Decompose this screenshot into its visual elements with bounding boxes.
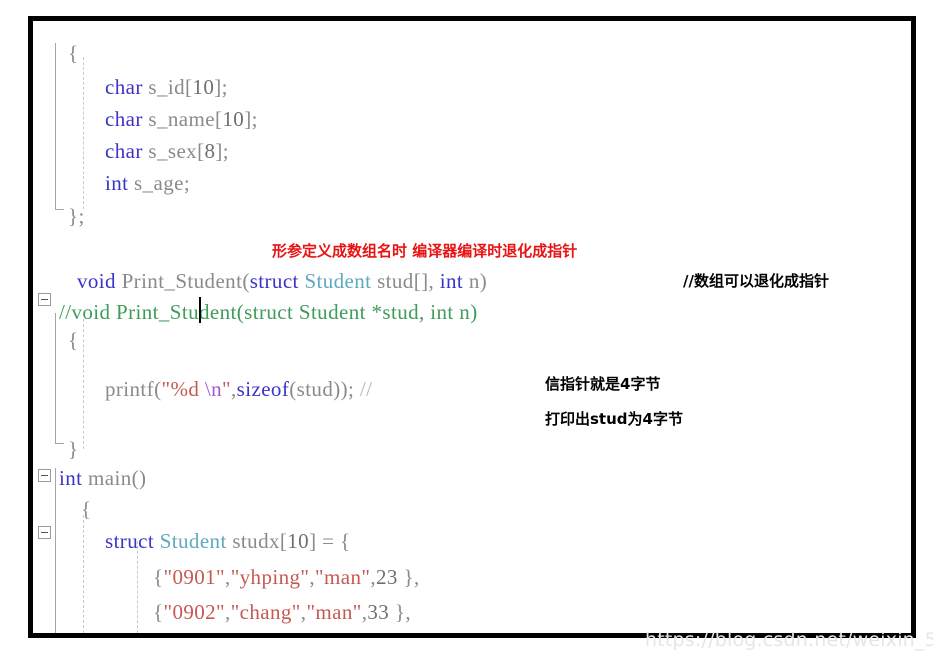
studx-row-0-name: "yhping" (230, 565, 310, 589)
code-line-main-signature[interactable]: int main() (59, 468, 146, 489)
studx-row-0-id: "0901" (163, 565, 226, 589)
code-line-field-s-sex[interactable]: char s_sex[8]; (105, 141, 229, 162)
code-line-field-s-id[interactable]: char s_id[10]; (105, 77, 228, 98)
function-name-printf: printf (105, 377, 155, 401)
csdn-blog-watermark: https://blog.csdn.net/weixin_53920858 (645, 629, 933, 651)
annotation-pointer-is-4-bytes: 信指针就是4字节 (545, 375, 661, 393)
code-line-main-open-brace[interactable]: { (81, 499, 91, 520)
keyword-sizeof: sizeof (236, 377, 290, 401)
type-student: Student (159, 529, 227, 553)
indent-guide-studx-init (137, 541, 138, 633)
studx-row-1-name: "chang" (230, 600, 301, 624)
code-line-commented-prototype[interactable]: //void Print_Student(struct Student *stu… (59, 302, 478, 323)
code-line-studx-row-1[interactable]: {"0902","chang","man",33 }, (153, 602, 411, 623)
keyword-struct: struct (105, 529, 155, 553)
field-s-id: s_id (148, 75, 186, 99)
fold-marker-studx-init[interactable] (38, 526, 51, 539)
array-size-10: 10 (222, 107, 245, 131)
type-student: Student (304, 269, 372, 293)
keyword-void: void (77, 269, 116, 293)
argument-stud: stud (296, 377, 334, 401)
field-s-sex: s_sex (148, 139, 198, 163)
studx-row-1-id: "0902" (163, 600, 226, 624)
keyword-struct: struct (249, 269, 299, 293)
code-line-studx-declaration[interactable]: struct Student studx[10] = { (105, 531, 351, 552)
studx-row-1-sex: "man" (306, 600, 362, 624)
code-line-studx-row-0[interactable]: {"0901","yhping","man",23 }, (153, 567, 420, 588)
function-name-print-student: Print_Student (121, 269, 243, 293)
studx-row-1-age: 33 (367, 600, 390, 624)
fold-marker-main[interactable] (38, 469, 51, 482)
field-s-name: s_name (148, 107, 215, 131)
variable-studx: studx (232, 529, 280, 553)
array-size-8: 8 (204, 139, 216, 163)
code-line-field-s-name[interactable]: char s_name[10]; (105, 109, 258, 130)
indent-guide-struct-body (83, 57, 84, 209)
studx-row-0-sex: "man" (315, 565, 371, 589)
code-line-struct-close-brace[interactable]: }; (68, 206, 85, 227)
trailing-comment-slashes: // (359, 377, 373, 401)
annotation-array-param-decay-title: 形参定义成数组名时 编译器编译时退化成指针 (272, 242, 578, 260)
code-line-print-student-close-brace[interactable]: } (68, 439, 78, 460)
code-line-field-s-age[interactable]: int s_age; (105, 173, 190, 194)
array-size-10: 10 (287, 529, 310, 553)
code-line-printf-sizeof[interactable]: printf("%d \n",sizeof(stud)); // (105, 379, 372, 400)
block-guide-struct-foot (55, 209, 64, 210)
code-line-struct-open-brace[interactable]: { (68, 43, 78, 64)
fold-marker-commented-prototype[interactable] (38, 293, 51, 306)
block-guide-print-student (55, 313, 56, 443)
keyword-int: int (439, 269, 464, 293)
param-n: n (468, 269, 480, 293)
keyword-int: int (105, 171, 129, 195)
code-line-print-student-open-brace[interactable]: { (68, 330, 78, 351)
block-guide-struct (55, 43, 56, 209)
block-guide-main (55, 468, 56, 633)
studx-row-0-age: 23 (376, 565, 398, 589)
block-guide-print-student-foot (55, 443, 64, 444)
param-stud: stud (377, 269, 414, 293)
annotation-array-can-decay-to-pointer: //数组可以退化成指针 (683, 272, 829, 290)
function-name-main: main (88, 466, 132, 490)
code-editor-canvas[interactable]: { char s_id[10]; char s_name[10]; char s… (33, 21, 911, 633)
text-caret (199, 297, 201, 323)
indent-guide-main-body (83, 515, 84, 633)
keyword-char: char (105, 107, 143, 131)
keyword-char: char (105, 75, 143, 99)
code-line-print-student-signature[interactable]: void Print_Student(struct Student stud[]… (77, 271, 487, 292)
screenshot-frame: { char s_id[10]; char s_name[10]; char s… (28, 16, 916, 638)
keyword-char: char (105, 139, 143, 163)
field-s-age: s_age (134, 171, 184, 195)
keyword-int: int (59, 466, 83, 490)
annotation-print-stud-is-4-bytes: 打印出stud为4字节 (545, 410, 683, 428)
array-size-10: 10 (192, 75, 215, 99)
comment-prototype-text: //void Print_Student(struct Student *stu… (59, 300, 478, 324)
indent-guide-print-student-body (83, 319, 84, 449)
